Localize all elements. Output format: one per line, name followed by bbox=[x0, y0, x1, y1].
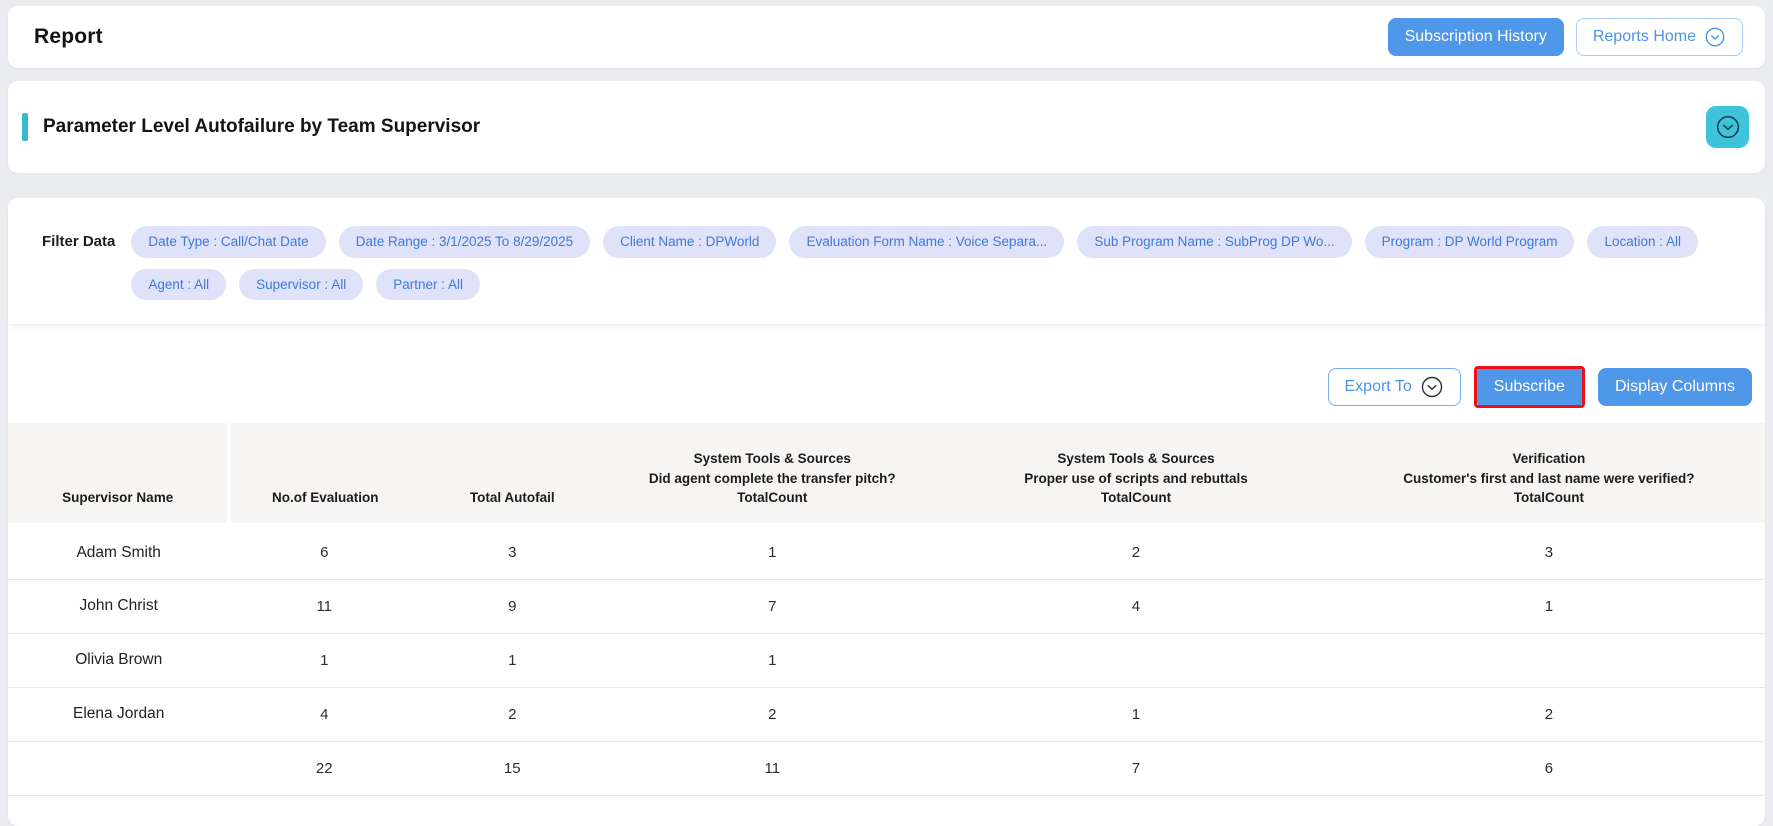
value-cell: 3 bbox=[1333, 525, 1765, 579]
report-content-card: Filter Data Date Type : Call/Chat Date D… bbox=[8, 198, 1765, 826]
collapse-report-button[interactable] bbox=[1706, 106, 1749, 148]
value-cell: 1 bbox=[229, 633, 419, 687]
filter-pill-sub-program[interactable]: Sub Program Name : SubProg DP Wo... bbox=[1077, 226, 1351, 258]
title-accent-bar bbox=[22, 113, 28, 141]
value-cell: 2 bbox=[419, 687, 605, 741]
value-cell: 1 bbox=[419, 633, 605, 687]
value-cell: 1 bbox=[605, 633, 939, 687]
value-cell: 4 bbox=[939, 579, 1333, 633]
filter-pill-program[interactable]: Program : DP World Program bbox=[1365, 226, 1575, 258]
filter-data-label: Filter Data bbox=[42, 226, 115, 300]
totals-cell: 11 bbox=[605, 741, 939, 795]
top-bar: Report Subscription History Reports Home bbox=[8, 6, 1765, 68]
filter-pill-date-range[interactable]: Date Range : 3/1/2025 To 8/29/2025 bbox=[339, 226, 590, 258]
filter-pill-evaluation-form[interactable]: Evaluation Form Name : Voice Separa... bbox=[789, 226, 1064, 258]
column-header-scripts-rebuttals[interactable]: System Tools & Sources Proper use of scr… bbox=[939, 423, 1333, 525]
filter-pill-partner[interactable]: Partner : All bbox=[376, 269, 480, 301]
supervisor-name-cell: Olivia Brown bbox=[8, 633, 229, 687]
subscription-history-button[interactable]: Subscription History bbox=[1388, 18, 1564, 56]
totals-cell: 7 bbox=[939, 741, 1333, 795]
value-cell: 7 bbox=[605, 579, 939, 633]
value-cell: 9 bbox=[419, 579, 605, 633]
value-cell: 1 bbox=[605, 525, 939, 579]
value-cell: 3 bbox=[419, 525, 605, 579]
table-row: Olivia Brown 1 1 1 bbox=[8, 633, 1765, 687]
autofailure-table: Supervisor Name No.of Evaluation Total A… bbox=[8, 423, 1765, 796]
display-columns-button[interactable]: Display Columns bbox=[1598, 368, 1752, 406]
value-cell: 6 bbox=[229, 525, 419, 579]
column-header-no-of-evaluation[interactable]: No.of Evaluation bbox=[229, 423, 419, 525]
supervisor-name-cell: Adam Smith bbox=[8, 525, 229, 579]
column-header-total-autofail[interactable]: Total Autofail bbox=[419, 423, 605, 525]
value-cell: 1 bbox=[939, 687, 1333, 741]
column-header-supervisor-name[interactable]: Supervisor Name bbox=[8, 423, 229, 525]
totals-cell: 22 bbox=[229, 741, 419, 795]
value-cell bbox=[1333, 633, 1765, 687]
reports-home-button[interactable]: Reports Home bbox=[1576, 18, 1743, 56]
reports-home-label: Reports Home bbox=[1593, 28, 1696, 46]
table-body: Adam Smith 6 3 1 2 3 John Christ 11 9 7 … bbox=[8, 525, 1765, 795]
value-cell bbox=[939, 633, 1333, 687]
subscribe-highlight-box: Subscribe bbox=[1474, 366, 1585, 408]
column-header-verification[interactable]: Verification Customer's first and last n… bbox=[1333, 423, 1765, 525]
display-columns-label: Display Columns bbox=[1615, 378, 1735, 396]
value-cell: 2 bbox=[605, 687, 939, 741]
page-title: Report bbox=[34, 25, 103, 49]
totals-cell: 6 bbox=[1333, 741, 1765, 795]
chevron-down-circle-icon bbox=[1715, 114, 1741, 140]
report-header-card: Parameter Level Autofailure by Team Supe… bbox=[8, 81, 1765, 173]
totals-cell: 15 bbox=[419, 741, 605, 795]
filter-pills: Date Type : Call/Chat Date Date Range : … bbox=[131, 226, 1737, 300]
filter-pill-agent[interactable]: Agent : All bbox=[131, 269, 226, 301]
column-header-transfer-pitch[interactable]: System Tools & Sources Did agent complet… bbox=[605, 423, 939, 525]
totals-empty-cell bbox=[8, 741, 229, 795]
value-cell: 1 bbox=[1333, 579, 1765, 633]
export-to-label: Export To bbox=[1345, 378, 1412, 396]
filter-section: Filter Data Date Type : Call/Chat Date D… bbox=[8, 198, 1765, 325]
table-row: Adam Smith 6 3 1 2 3 bbox=[8, 525, 1765, 579]
report-title: Parameter Level Autofailure by Team Supe… bbox=[43, 116, 1706, 138]
table-row: Elena Jordan 4 2 2 1 2 bbox=[8, 687, 1765, 741]
chevron-down-circle-icon bbox=[1420, 375, 1444, 399]
value-cell: 4 bbox=[229, 687, 419, 741]
table-header: Supervisor Name No.of Evaluation Total A… bbox=[8, 423, 1765, 525]
export-to-button[interactable]: Export To bbox=[1328, 368, 1461, 406]
supervisor-name-cell: John Christ bbox=[8, 579, 229, 633]
filter-pill-supervisor[interactable]: Supervisor : All bbox=[239, 269, 363, 301]
topbar-actions: Subscription History Reports Home bbox=[1388, 18, 1743, 56]
chevron-down-circle-icon bbox=[1704, 26, 1726, 48]
subscription-history-label: Subscription History bbox=[1405, 28, 1547, 46]
filter-pill-client-name[interactable]: Client Name : DPWorld bbox=[603, 226, 776, 258]
value-cell: 11 bbox=[229, 579, 419, 633]
subscribe-label: Subscribe bbox=[1494, 378, 1565, 396]
value-cell: 2 bbox=[939, 525, 1333, 579]
filter-pill-date-type[interactable]: Date Type : Call/Chat Date bbox=[131, 226, 325, 258]
subscribe-button[interactable]: Subscribe bbox=[1477, 369, 1582, 405]
table-totals-row: 22 15 11 7 6 bbox=[8, 741, 1765, 795]
table-row: John Christ 11 9 7 4 1 bbox=[8, 579, 1765, 633]
supervisor-name-cell: Elena Jordan bbox=[8, 687, 229, 741]
value-cell: 2 bbox=[1333, 687, 1765, 741]
filter-pill-location[interactable]: Location : All bbox=[1587, 226, 1698, 258]
table-toolbar: Export To Subscribe Display Columns bbox=[8, 325, 1765, 408]
